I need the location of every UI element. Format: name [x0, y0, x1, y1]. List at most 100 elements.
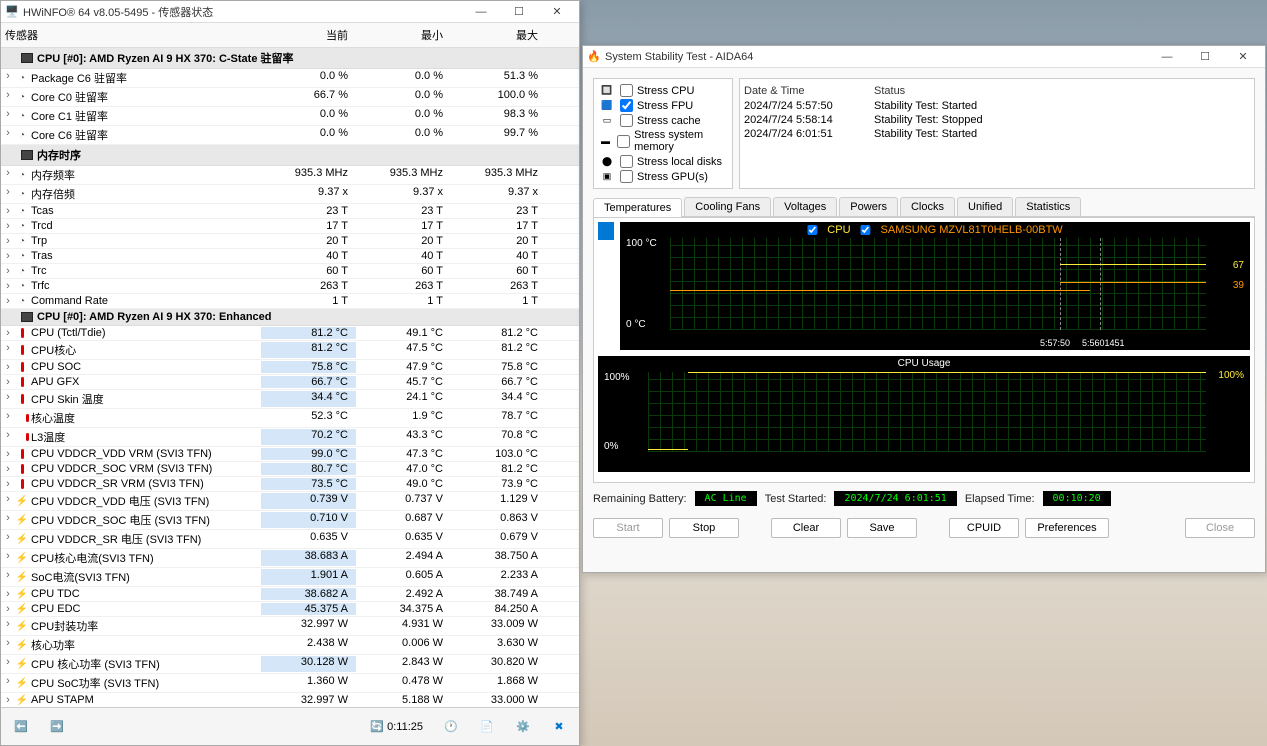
- tab-unified[interactable]: Unified: [957, 197, 1013, 216]
- sensor-row[interactable]: ›⚡CPU VDDCR_VDD 电压 (SVI3 TFN)0.739 V0.73…: [1, 492, 579, 511]
- sensor-row[interactable]: ›◔Core C0 驻留率66.7 %0.0 %100.0 %: [1, 88, 579, 107]
- sensor-row[interactable]: ›◔Command Rate1 T1 T1 T: [1, 294, 579, 309]
- start-button[interactable]: Start: [593, 518, 663, 538]
- log-row[interactable]: 2024/7/24 6:01:51Stability Test: Started: [744, 127, 1250, 141]
- sensor-row[interactable]: ›CPU (Tctl/Tdie)81.2 °C49.1 °C81.2 °C: [1, 326, 579, 341]
- sensor-row[interactable]: ›CPU VDDCR_SR VRM (SVI3 TFN)73.5 °C49.0 …: [1, 477, 579, 492]
- sensor-row[interactable]: ›⚡CPU封装功率32.997 W4.931 W33.009 W: [1, 617, 579, 636]
- expand-icon[interactable]: ›: [1, 70, 15, 86]
- cpuid-button[interactable]: CPUID: [949, 518, 1019, 538]
- tab-voltages[interactable]: Voltages: [773, 197, 837, 216]
- sb-fwd-icon[interactable]: ➡️: [43, 713, 71, 741]
- sensor-row[interactable]: ›CPU Skin 温度34.4 °C24.1 °C34.4 °C: [1, 390, 579, 409]
- sensor-row[interactable]: ›◔Core C6 驻留率0.0 %0.0 %99.7 %: [1, 126, 579, 145]
- expand-icon[interactable]: ›: [1, 429, 15, 445]
- stress-checkbox[interactable]: [620, 99, 633, 112]
- sensor-row[interactable]: ›CPU核心81.2 °C47.5 °C81.2 °C: [1, 341, 579, 360]
- expand-icon[interactable]: ›: [1, 280, 15, 292]
- expand-icon[interactable]: ›: [1, 410, 15, 426]
- sensor-row[interactable]: ›⚡CPU核心电流(SVI3 TFN)38.683 A2.494 A38.750…: [1, 549, 579, 568]
- expand-icon[interactable]: ›: [1, 603, 15, 615]
- clock-icon[interactable]: 🕐: [437, 713, 465, 741]
- sensor-row[interactable]: ›⚡SoC电流(SVI3 TFN)1.901 A0.605 A2.233 A: [1, 568, 579, 587]
- clear-button[interactable]: Clear: [771, 518, 841, 538]
- expand-icon[interactable]: ›: [1, 108, 15, 124]
- close-button[interactable]: ✕: [1225, 47, 1261, 67]
- sensor-row[interactable]: ›⚡CPU TDC38.682 A2.492 A38.749 A: [1, 587, 579, 602]
- expand-icon[interactable]: ›: [1, 205, 15, 217]
- expand-icon[interactable]: ›: [1, 448, 15, 460]
- sensor-row[interactable]: ›◔Trp20 T20 T20 T: [1, 234, 579, 249]
- sensor-row[interactable]: ›⚡CPU EDC45.375 A34.375 A84.250 A: [1, 602, 579, 617]
- maximize-button[interactable]: ☐: [1187, 47, 1223, 67]
- sensor-row[interactable]: ›⚡CPU VDDCR_SR 电压 (SVI3 TFN)0.635 V0.635…: [1, 530, 579, 549]
- expand-icon[interactable]: ›: [1, 265, 15, 277]
- maximize-button[interactable]: ☐: [501, 2, 537, 22]
- expand-icon[interactable]: ›: [1, 493, 15, 509]
- expand-icon[interactable]: ›: [1, 637, 15, 653]
- legend-ssd-checkbox[interactable]: [861, 225, 871, 235]
- expand-icon[interactable]: ›: [1, 342, 15, 358]
- expand-icon[interactable]: ›: [1, 127, 15, 143]
- expand-icon[interactable]: ›: [1, 89, 15, 105]
- minimize-button[interactable]: —: [463, 2, 499, 22]
- stress-checkbox[interactable]: [620, 155, 633, 168]
- expand-icon[interactable]: ›: [1, 694, 15, 706]
- sensor-row[interactable]: ›◔内存倍频9.37 x9.37 x9.37 x: [1, 185, 579, 204]
- expand-icon[interactable]: ›: [1, 295, 15, 307]
- section-header[interactable]: 内存时序: [1, 145, 579, 166]
- tab-temperatures[interactable]: Temperatures: [593, 198, 682, 217]
- close-button[interactable]: ✕: [539, 2, 575, 22]
- tab-statistics[interactable]: Statistics: [1015, 197, 1081, 216]
- sensor-row[interactable]: ›◔Trc60 T60 T60 T: [1, 264, 579, 279]
- expand-icon[interactable]: ›: [1, 618, 15, 634]
- settings-icon[interactable]: ⚙️: [509, 713, 537, 741]
- hwinfo-titlebar[interactable]: 🖥️ HWiNFO® 64 v8.05-5495 - 传感器状态 — ☐ ✕: [1, 1, 579, 23]
- sensor-row[interactable]: ›⚡CPU VDDCR_SOC 电压 (SVI3 TFN)0.710 V0.68…: [1, 511, 579, 530]
- log-row[interactable]: 2024/7/24 5:58:14Stability Test: Stopped: [744, 113, 1250, 127]
- expand-icon[interactable]: ›: [1, 588, 15, 600]
- expand-icon[interactable]: ›: [1, 478, 15, 490]
- save-button[interactable]: Save: [847, 518, 917, 538]
- expand-icon[interactable]: ›: [1, 327, 15, 339]
- sensor-row[interactable]: ›◔Trfc263 T263 T263 T: [1, 279, 579, 294]
- expand-icon[interactable]: ›: [1, 250, 15, 262]
- sensor-row[interactable]: ›◔Package C6 驻留率0.0 %0.0 %51.3 %: [1, 69, 579, 88]
- minimize-button[interactable]: —: [1149, 47, 1185, 67]
- sensor-row[interactable]: ›◔Trcd17 T17 T17 T: [1, 219, 579, 234]
- sensor-row[interactable]: ›CPU SOC75.8 °C47.9 °C75.8 °C: [1, 360, 579, 375]
- expand-icon[interactable]: ›: [1, 512, 15, 528]
- expand-icon[interactable]: ›: [1, 376, 15, 388]
- sensor-row[interactable]: ›⚡CPU SoC功率 (SVI3 TFN)1.360 W0.478 W1.86…: [1, 674, 579, 693]
- expand-icon[interactable]: ›: [1, 569, 15, 585]
- close-button[interactable]: Close: [1185, 518, 1255, 538]
- tab-powers[interactable]: Powers: [839, 197, 898, 216]
- aida-titlebar[interactable]: 🔥 System Stability Test - AIDA64 — ☐ ✕: [583, 46, 1265, 68]
- section-header[interactable]: CPU [#0]: AMD Ryzen AI 9 HX 370: C-State…: [1, 48, 579, 69]
- sensor-row[interactable]: ›⚡CPU 核心功率 (SVI3 TFN)30.128 W2.843 W30.8…: [1, 655, 579, 674]
- hwinfo-body[interactable]: CPU [#0]: AMD Ryzen AI 9 HX 370: C-State…: [1, 48, 579, 708]
- log-icon[interactable]: 📄: [473, 713, 501, 741]
- sensor-row[interactable]: ›核心温度52.3 °C1.9 °C78.7 °C: [1, 409, 579, 428]
- log-row[interactable]: 2024/7/24 5:57:50Stability Test: Started: [744, 99, 1250, 113]
- stress-checkbox[interactable]: [620, 84, 633, 97]
- expand-icon[interactable]: ›: [1, 531, 15, 547]
- expand-icon[interactable]: ›: [1, 167, 15, 183]
- sensor-row[interactable]: ›CPU VDDCR_SOC VRM (SVI3 TFN)80.7 °C47.0…: [1, 462, 579, 477]
- sensor-row[interactable]: ›◔Tcas23 T23 T23 T: [1, 204, 579, 219]
- sensor-row[interactable]: ›◔内存频率935.3 MHz935.3 MHz935.3 MHz: [1, 166, 579, 185]
- expand-icon[interactable]: ›: [1, 235, 15, 247]
- expand-icon[interactable]: ›: [1, 550, 15, 566]
- sensor-row[interactable]: ›◔Tras40 T40 T40 T: [1, 249, 579, 264]
- stress-checkbox[interactable]: [620, 114, 633, 127]
- sensor-row[interactable]: ›⚡APU STAPM32.997 W5.188 W33.000 W: [1, 693, 579, 708]
- section-header[interactable]: CPU [#0]: AMD Ryzen AI 9 HX 370: Enhance…: [1, 309, 579, 326]
- expand-icon[interactable]: ›: [1, 220, 15, 232]
- tab-clocks[interactable]: Clocks: [900, 197, 955, 216]
- expand-icon[interactable]: ›: [1, 361, 15, 373]
- expand-icon[interactable]: ›: [1, 675, 15, 691]
- stress-checkbox[interactable]: [620, 170, 633, 183]
- close-icon[interactable]: ✖: [545, 713, 573, 741]
- expand-icon[interactable]: ›: [1, 656, 15, 672]
- stress-checkbox[interactable]: [617, 135, 630, 148]
